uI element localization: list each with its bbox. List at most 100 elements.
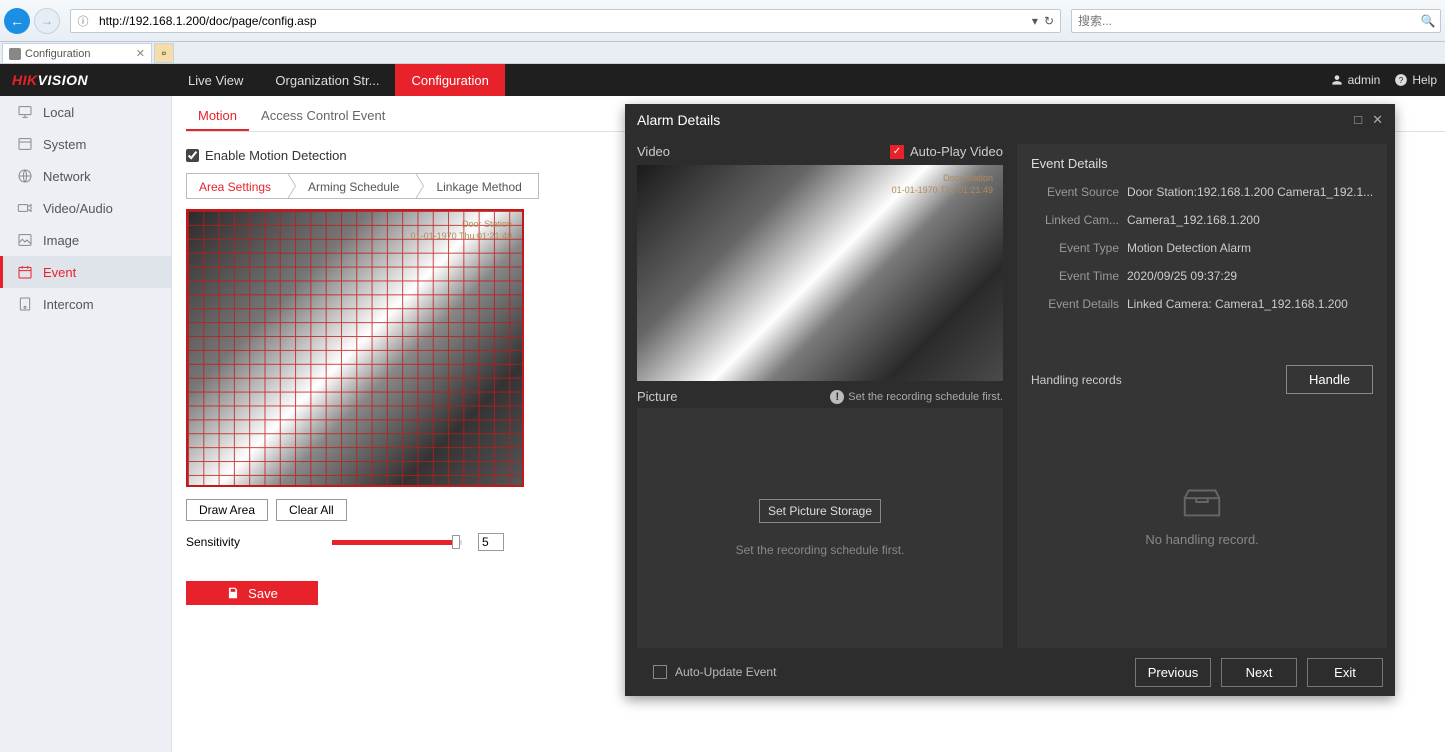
set-picture-storage-button[interactable]: Set Picture Storage bbox=[759, 499, 881, 523]
help-link[interactable]: ? Help bbox=[1394, 73, 1437, 87]
handling-records-label: Handling records bbox=[1031, 373, 1122, 387]
app-header: HIKVISION Live View Organization Str... … bbox=[0, 64, 1445, 96]
schedule-warning: ! Set the recording schedule first. bbox=[830, 390, 1003, 404]
maximize-icon[interactable]: □ bbox=[1354, 112, 1362, 128]
event-detail-row: Event Source Door Station:192.168.1.200 C… bbox=[1031, 185, 1373, 199]
browser-tab[interactable]: Configuration ✕ bbox=[2, 43, 152, 63]
previous-button[interactable]: Previous bbox=[1135, 658, 1211, 687]
tab-motion[interactable]: Motion bbox=[186, 102, 249, 131]
search-icon[interactable]: 🔍 bbox=[1416, 14, 1440, 28]
alarm-details-modal: Alarm Details □ ✕ Video ✓ Auto-Play Vide… bbox=[625, 104, 1395, 696]
save-icon bbox=[226, 586, 240, 600]
osd-overlay: Door Station 01-01-1970 Thu 01:21:49 bbox=[892, 173, 993, 196]
sidebar-item-network[interactable]: Network bbox=[0, 160, 171, 192]
picture-label: Picture bbox=[637, 389, 677, 404]
sidebar-item-system[interactable]: System bbox=[0, 128, 171, 160]
handle-button[interactable]: Handle bbox=[1286, 365, 1373, 394]
sidebar-item-local[interactable]: Local bbox=[0, 96, 171, 128]
auto-update-checkbox[interactable]: Auto-Update Event bbox=[653, 665, 776, 679]
motion-area-preview[interactable]: Door Station 01-01-1970 Thu 01:21:49 bbox=[186, 209, 524, 487]
url-bar[interactable]: ⓘ ▾ ↻ bbox=[70, 9, 1061, 33]
monitor-icon bbox=[17, 104, 33, 120]
event-detail-row: Event Type Motion Detection Alarm bbox=[1031, 241, 1373, 255]
detail-label: Event Source bbox=[1031, 185, 1119, 199]
url-controls: ▾ ↻ bbox=[1026, 14, 1060, 28]
sidebar-item-intercom[interactable]: Intercom bbox=[0, 288, 171, 320]
help-icon: ? bbox=[1394, 73, 1408, 87]
sidebar-item-image[interactable]: Image bbox=[0, 224, 171, 256]
user-menu[interactable]: admin bbox=[1330, 73, 1381, 87]
sidebar: Local System Network Video/Audio Image E… bbox=[0, 96, 172, 752]
save-button[interactable]: Save bbox=[186, 581, 318, 605]
step-area-settings[interactable]: Area Settings bbox=[186, 173, 288, 199]
checkbox-unchecked-icon bbox=[653, 665, 667, 679]
picture-panel: Set Picture Storage Set the recording sc… bbox=[637, 408, 1003, 648]
new-tab-button[interactable]: ▫ bbox=[154, 43, 174, 63]
step-linkage-method[interactable]: Linkage Method bbox=[415, 173, 538, 199]
sidebar-item-event[interactable]: Event bbox=[0, 256, 171, 288]
intercom-icon bbox=[17, 296, 33, 312]
favicon bbox=[9, 48, 21, 60]
reload-icon[interactable]: ↻ bbox=[1044, 14, 1054, 28]
checkbox-checked-icon: ✓ bbox=[890, 145, 904, 159]
svg-text:?: ? bbox=[1399, 76, 1404, 85]
autoplay-checkbox[interactable]: ✓ Auto-Play Video bbox=[890, 144, 1003, 159]
nav-configuration[interactable]: Configuration bbox=[395, 64, 504, 96]
exit-button[interactable]: Exit bbox=[1307, 658, 1383, 687]
detail-value: Door Station:192.168.1.200 Camera1_192.1… bbox=[1127, 185, 1373, 199]
event-details-title: Event Details bbox=[1031, 156, 1373, 171]
sensitivity-value-input[interactable] bbox=[478, 533, 504, 551]
site-identity-icon: ⓘ bbox=[75, 13, 91, 29]
next-button[interactable]: Next bbox=[1221, 658, 1297, 687]
browser-toolbar: ← → ⓘ ▾ ↻ 🔍 bbox=[0, 0, 1445, 42]
sensitivity-slider[interactable] bbox=[332, 540, 462, 545]
globe-icon bbox=[17, 168, 33, 184]
modal-title: Alarm Details bbox=[637, 112, 720, 128]
nav-live-view[interactable]: Live View bbox=[172, 64, 259, 96]
event-detail-row: Linked Cam...Camera1_192.168.1.200 bbox=[1031, 213, 1373, 227]
modal-media-panel: Video ✓ Auto-Play Video Door Station 01-… bbox=[637, 144, 1003, 648]
clear-all-button[interactable]: Clear All bbox=[276, 499, 347, 521]
alarm-video-preview[interactable]: Door Station 01-01-1970 Thu 01:21:49 bbox=[637, 165, 1003, 381]
nav-back-button[interactable]: ← bbox=[4, 8, 30, 34]
detail-label: Event Type bbox=[1031, 241, 1119, 255]
search-input[interactable] bbox=[1072, 14, 1416, 28]
detection-grid bbox=[188, 211, 522, 485]
event-details-panel: Event Details Event Source Door Station:1… bbox=[1017, 144, 1387, 648]
browser-search[interactable]: 🔍 bbox=[1071, 9, 1441, 33]
nav-forward-button[interactable]: → bbox=[34, 8, 60, 34]
header-right: admin ? Help bbox=[1330, 73, 1445, 87]
picture-message: Set the recording schedule first. bbox=[736, 543, 905, 557]
calendar-icon bbox=[17, 264, 33, 280]
slider-handle[interactable] bbox=[452, 535, 460, 549]
sidebar-item-video-audio[interactable]: Video/Audio bbox=[0, 192, 171, 224]
osd-overlay: Door Station 01-01-1970 Thu 01:21:49 bbox=[411, 219, 512, 242]
browser-tab-strip: Configuration ✕ ▫ bbox=[0, 42, 1445, 64]
detail-value: Linked Camera: Camera1_192.168.1.200 bbox=[1127, 297, 1373, 311]
tab-access-control-event[interactable]: Access Control Event bbox=[249, 102, 397, 131]
close-icon[interactable]: ✕ bbox=[1372, 112, 1383, 128]
step-arming-schedule[interactable]: Arming Schedule bbox=[287, 173, 416, 199]
detail-value: Motion Detection Alarm bbox=[1127, 241, 1373, 255]
no-handling-record: No handling record. bbox=[1031, 394, 1373, 636]
detail-value: Camera1_192.168.1.200 bbox=[1127, 213, 1373, 227]
system-icon bbox=[17, 136, 33, 152]
detail-label: Event Time bbox=[1031, 269, 1119, 283]
modal-header[interactable]: Alarm Details □ ✕ bbox=[625, 104, 1395, 136]
user-icon bbox=[1330, 73, 1344, 87]
nav-organization[interactable]: Organization Str... bbox=[259, 64, 395, 96]
dropdown-icon[interactable]: ▾ bbox=[1032, 14, 1038, 28]
tab-close-icon[interactable]: ✕ bbox=[136, 47, 145, 60]
event-detail-row: Event Time 2020/09/25 09:37:29 bbox=[1031, 269, 1373, 283]
event-detail-row: Event DetailsLinked Camera: Camera1_192.… bbox=[1031, 297, 1373, 311]
video-label: Video bbox=[637, 144, 670, 159]
empty-box-icon bbox=[1179, 484, 1225, 520]
detail-value: 2020/09/25 09:37:29 bbox=[1127, 269, 1373, 283]
image-icon bbox=[17, 232, 33, 248]
enable-motion-input[interactable] bbox=[186, 149, 199, 162]
modal-footer: Auto-Update Event Previous Next Exit bbox=[625, 648, 1395, 696]
top-nav: Live View Organization Str... Configurat… bbox=[172, 64, 505, 96]
draw-area-button[interactable]: Draw Area bbox=[186, 499, 268, 521]
logo: HIKVISION bbox=[0, 72, 172, 88]
url-input[interactable] bbox=[95, 14, 1026, 28]
